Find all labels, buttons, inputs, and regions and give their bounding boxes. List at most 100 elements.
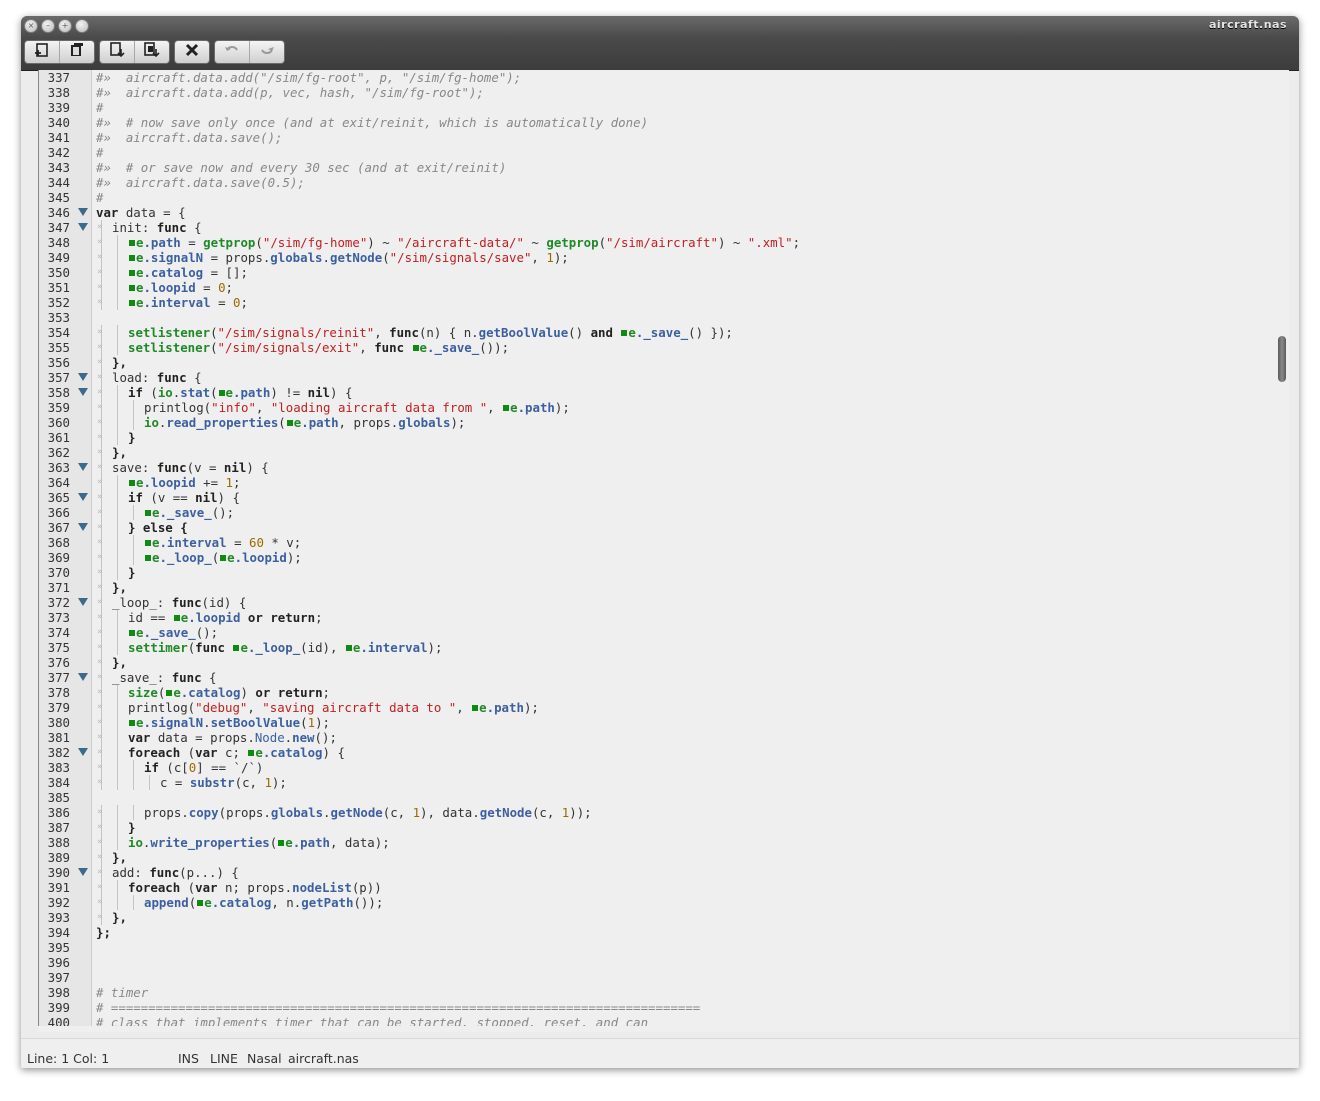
code-line[interactable]: 396 <box>38 955 1289 970</box>
save-as-button[interactable] <box>135 41 169 63</box>
code-line[interactable]: 380 e.signalN.setBoolValue(1); <box>38 715 1289 730</box>
copy-button[interactable] <box>60 41 94 63</box>
code-line[interactable]: 343 #» # or save now and every 30 sec (an… <box>38 160 1289 175</box>
code-line[interactable]: 389}, <box>38 850 1289 865</box>
code-line[interactable]: 353 <box>38 310 1289 325</box>
code-line[interactable]: 348 e.path = getprop("/sim/fg-home") ~ "/… <box>38 235 1289 250</box>
code-line[interactable]: 376}, <box>38 655 1289 670</box>
selection-mode[interactable]: LINE <box>210 1051 238 1066</box>
code-line[interactable]: 354 setlistener("/sim/signals/reinit", fu… <box>38 325 1289 340</box>
window-minimize-button[interactable]: – <box>41 19 55 33</box>
code-line[interactable]: 366 e._save_(); <box>38 505 1289 520</box>
fold-toggle-icon[interactable] <box>78 523 88 532</box>
code-line[interactable]: 359 printlog("info", "loading aircraft da… <box>38 400 1289 415</box>
code-line[interactable]: 375settimer(func e._loop_(id), e.interva… <box>38 640 1289 655</box>
code-line[interactable]: 361} <box>38 430 1289 445</box>
code-line[interactable]: 365 if (v == nil) { <box>38 490 1289 505</box>
code-line[interactable]: 394}; <box>38 925 1289 940</box>
token: # ======================================… <box>96 1000 701 1015</box>
code-line[interactable]: 393}, <box>38 910 1289 925</box>
code-line[interactable]: 390 add: func(p...) { <box>38 865 1289 880</box>
fold-toggle-icon[interactable] <box>78 598 88 607</box>
code-line[interactable]: 344 #» aircraft.data.save(0.5); <box>38 175 1289 190</box>
code-line[interactable]: 340 #» # now save only once (and at exit/… <box>38 115 1289 130</box>
code-line[interactable]: 382 foreach (var c; e.catalog) { <box>38 745 1289 760</box>
code-line[interactable]: 337 #» aircraft.data.add("/sim/fg-root", … <box>38 70 1289 85</box>
new-file-button[interactable] <box>25 41 60 63</box>
code-line[interactable]: 347 init: func { <box>38 220 1289 235</box>
code-line[interactable]: 392 append(e.catalog, n.getPath()); <box>38 895 1289 910</box>
token: # <box>96 190 104 205</box>
code-line[interactable]: 395 <box>38 940 1289 955</box>
window-extra-button[interactable] <box>75 19 89 33</box>
code-line[interactable]: 379 printlog("debug", "saving aircraft da… <box>38 700 1289 715</box>
code-line[interactable]: 346 var data = { <box>38 205 1289 220</box>
code-line[interactable]: 371}, <box>38 580 1289 595</box>
code-line[interactable]: 384 c = substr(c, 1); <box>38 775 1289 790</box>
code-line[interactable]: 355 setlistener("/sim/signals/exit", func… <box>38 340 1289 355</box>
code-line[interactable]: 341 #» aircraft.data.save(); <box>38 130 1289 145</box>
code-line[interactable]: 374 e._save_(); <box>38 625 1289 640</box>
save-button[interactable] <box>100 41 135 63</box>
code-line[interactable]: 362}, <box>38 445 1289 460</box>
code-line[interactable]: 360 io.read_properties(e.path, props.glob… <box>38 415 1289 430</box>
fold-toggle-icon[interactable] <box>78 388 88 397</box>
token: ( <box>210 385 218 400</box>
fold-toggle-icon[interactable] <box>78 463 88 472</box>
code-line[interactable]: 398 # timer <box>38 985 1289 1000</box>
code-line[interactable]: 368 e.interval = 60 * v; <box>38 535 1289 550</box>
indent-guide <box>128 535 144 550</box>
code-line[interactable]: 387} <box>38 820 1289 835</box>
vertical-scrollbar[interactable] <box>1277 70 1287 1032</box>
indent-guide <box>96 280 112 295</box>
code-line[interactable]: 383 if (c[0] == `/`) <box>38 760 1289 775</box>
close-file-button[interactable] <box>175 41 209 63</box>
code-line[interactable]: 367} else { <box>38 520 1289 535</box>
code-line[interactable]: 381 var data = props.Node.new(); <box>38 730 1289 745</box>
code-line[interactable]: 369e._loop_(e.loopid); <box>38 550 1289 565</box>
code-line[interactable]: 351 e.loopid = 0; <box>38 280 1289 295</box>
fold-toggle-icon[interactable] <box>78 208 88 217</box>
code-line[interactable]: 356}, <box>38 355 1289 370</box>
code-line[interactable]: 372 _loop_: func(id) { <box>38 595 1289 610</box>
code-line[interactable]: 358if (io.stat(e.path) != nil) { <box>38 385 1289 400</box>
code-line[interactable]: 378 size(e.catalog) or return; <box>38 685 1289 700</box>
code-line[interactable]: 373 id == e.loopid or return; <box>38 610 1289 625</box>
token: setlistener <box>128 340 211 355</box>
code-line[interactable]: 391 foreach (var n; props.nodeList(p)) <box>38 880 1289 895</box>
indent-guide <box>96 760 112 775</box>
code-line[interactable]: 386props.copy(props.globals.getNode(c, 1… <box>38 805 1289 820</box>
code-editor[interactable]: 337 #» aircraft.data.add("/sim/fg-root", … <box>38 70 1289 1032</box>
code-line[interactable]: 352 e.interval = 0; <box>38 295 1289 310</box>
line-number: 375 <box>47 640 70 655</box>
token: ._loop_ <box>159 550 212 565</box>
code-text: e.loopid = 0; <box>96 280 233 295</box>
code-line[interactable]: 357 load: func { <box>38 370 1289 385</box>
insert-mode[interactable]: INS <box>178 1051 199 1066</box>
fold-toggle-icon[interactable] <box>78 748 88 757</box>
code-line[interactable]: 385 <box>38 790 1289 805</box>
code-line[interactable]: 345 # <box>38 190 1289 205</box>
code-line[interactable]: 342 # <box>38 145 1289 160</box>
code-line[interactable]: 370} <box>38 565 1289 580</box>
language-mode[interactable]: Nasal <box>247 1051 282 1066</box>
fold-toggle-icon[interactable] <box>78 673 88 682</box>
code-line[interactable]: 377 _save_: func { <box>38 670 1289 685</box>
code-line[interactable]: 350 e.catalog = []; <box>38 265 1289 280</box>
fold-toggle-icon[interactable] <box>78 373 88 382</box>
fold-toggle-icon[interactable] <box>78 223 88 232</box>
code-line[interactable]: 338 #» aircraft.data.add(p, vec, hash, "/… <box>38 85 1289 100</box>
fold-toggle-icon[interactable] <box>78 868 88 877</box>
code-line[interactable]: 339 # <box>38 100 1289 115</box>
code-line[interactable]: 364 e.loopid += 1; <box>38 475 1289 490</box>
code-line[interactable]: 388io.write_properties(e.path, data); <box>38 835 1289 850</box>
code-line[interactable]: 397 <box>38 970 1289 985</box>
window-close-button[interactable]: × <box>24 19 38 33</box>
code-line[interactable]: 349 e.signalN = props.globals.getNode("/s… <box>38 250 1289 265</box>
code-line[interactable]: 399 # ===================================… <box>38 1000 1289 1015</box>
fold-toggle-icon[interactable] <box>78 493 88 502</box>
indent-guide <box>96 265 112 280</box>
window-maximize-button[interactable]: + <box>58 19 72 33</box>
code-line[interactable]: 363 save: func(v = nil) { <box>38 460 1289 475</box>
scrollbar-thumb[interactable] <box>1278 336 1286 382</box>
